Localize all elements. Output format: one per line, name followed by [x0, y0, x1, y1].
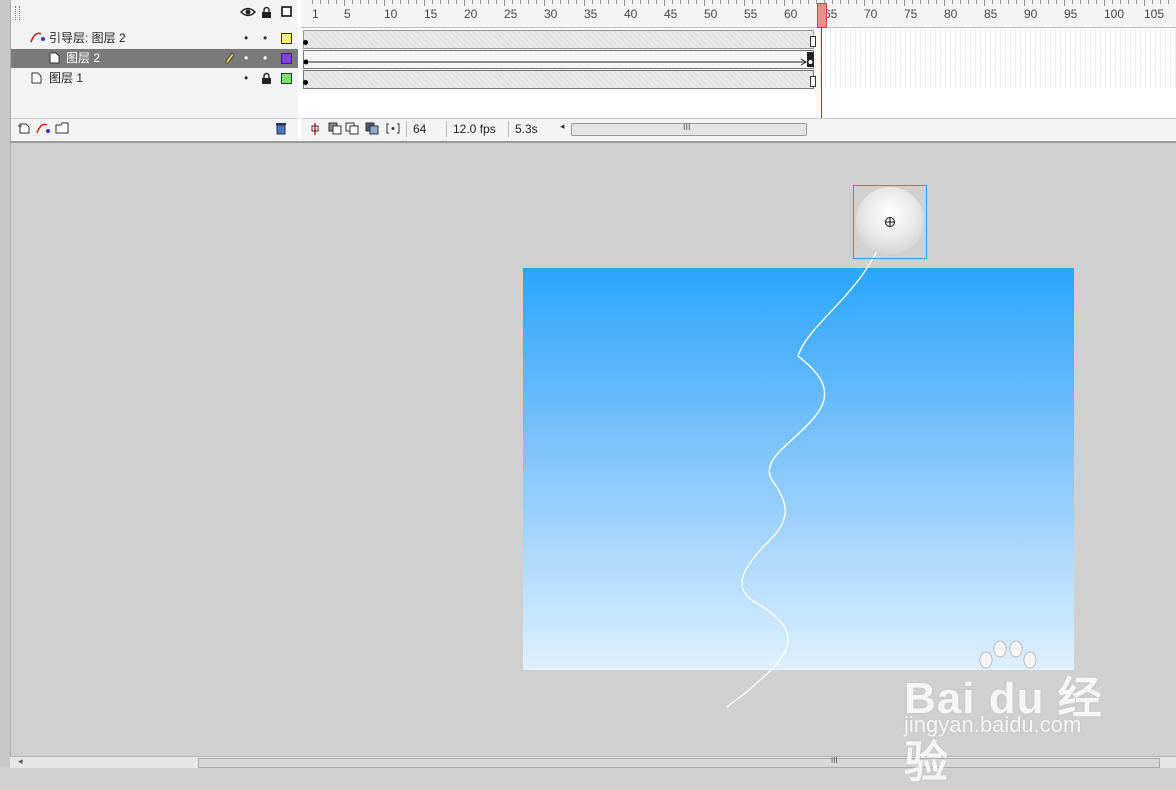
baidu-watermark: Bai du 经验 jingyan.baidu.com: [900, 640, 1120, 787]
scroll-grip[interactable]: III: [831, 756, 838, 765]
scroll-left-arrow[interactable]: ◂: [18, 756, 23, 767]
registration-point-icon[interactable]: [885, 217, 895, 227]
watermark-url: jingyan.baidu.com: [904, 712, 1082, 737]
